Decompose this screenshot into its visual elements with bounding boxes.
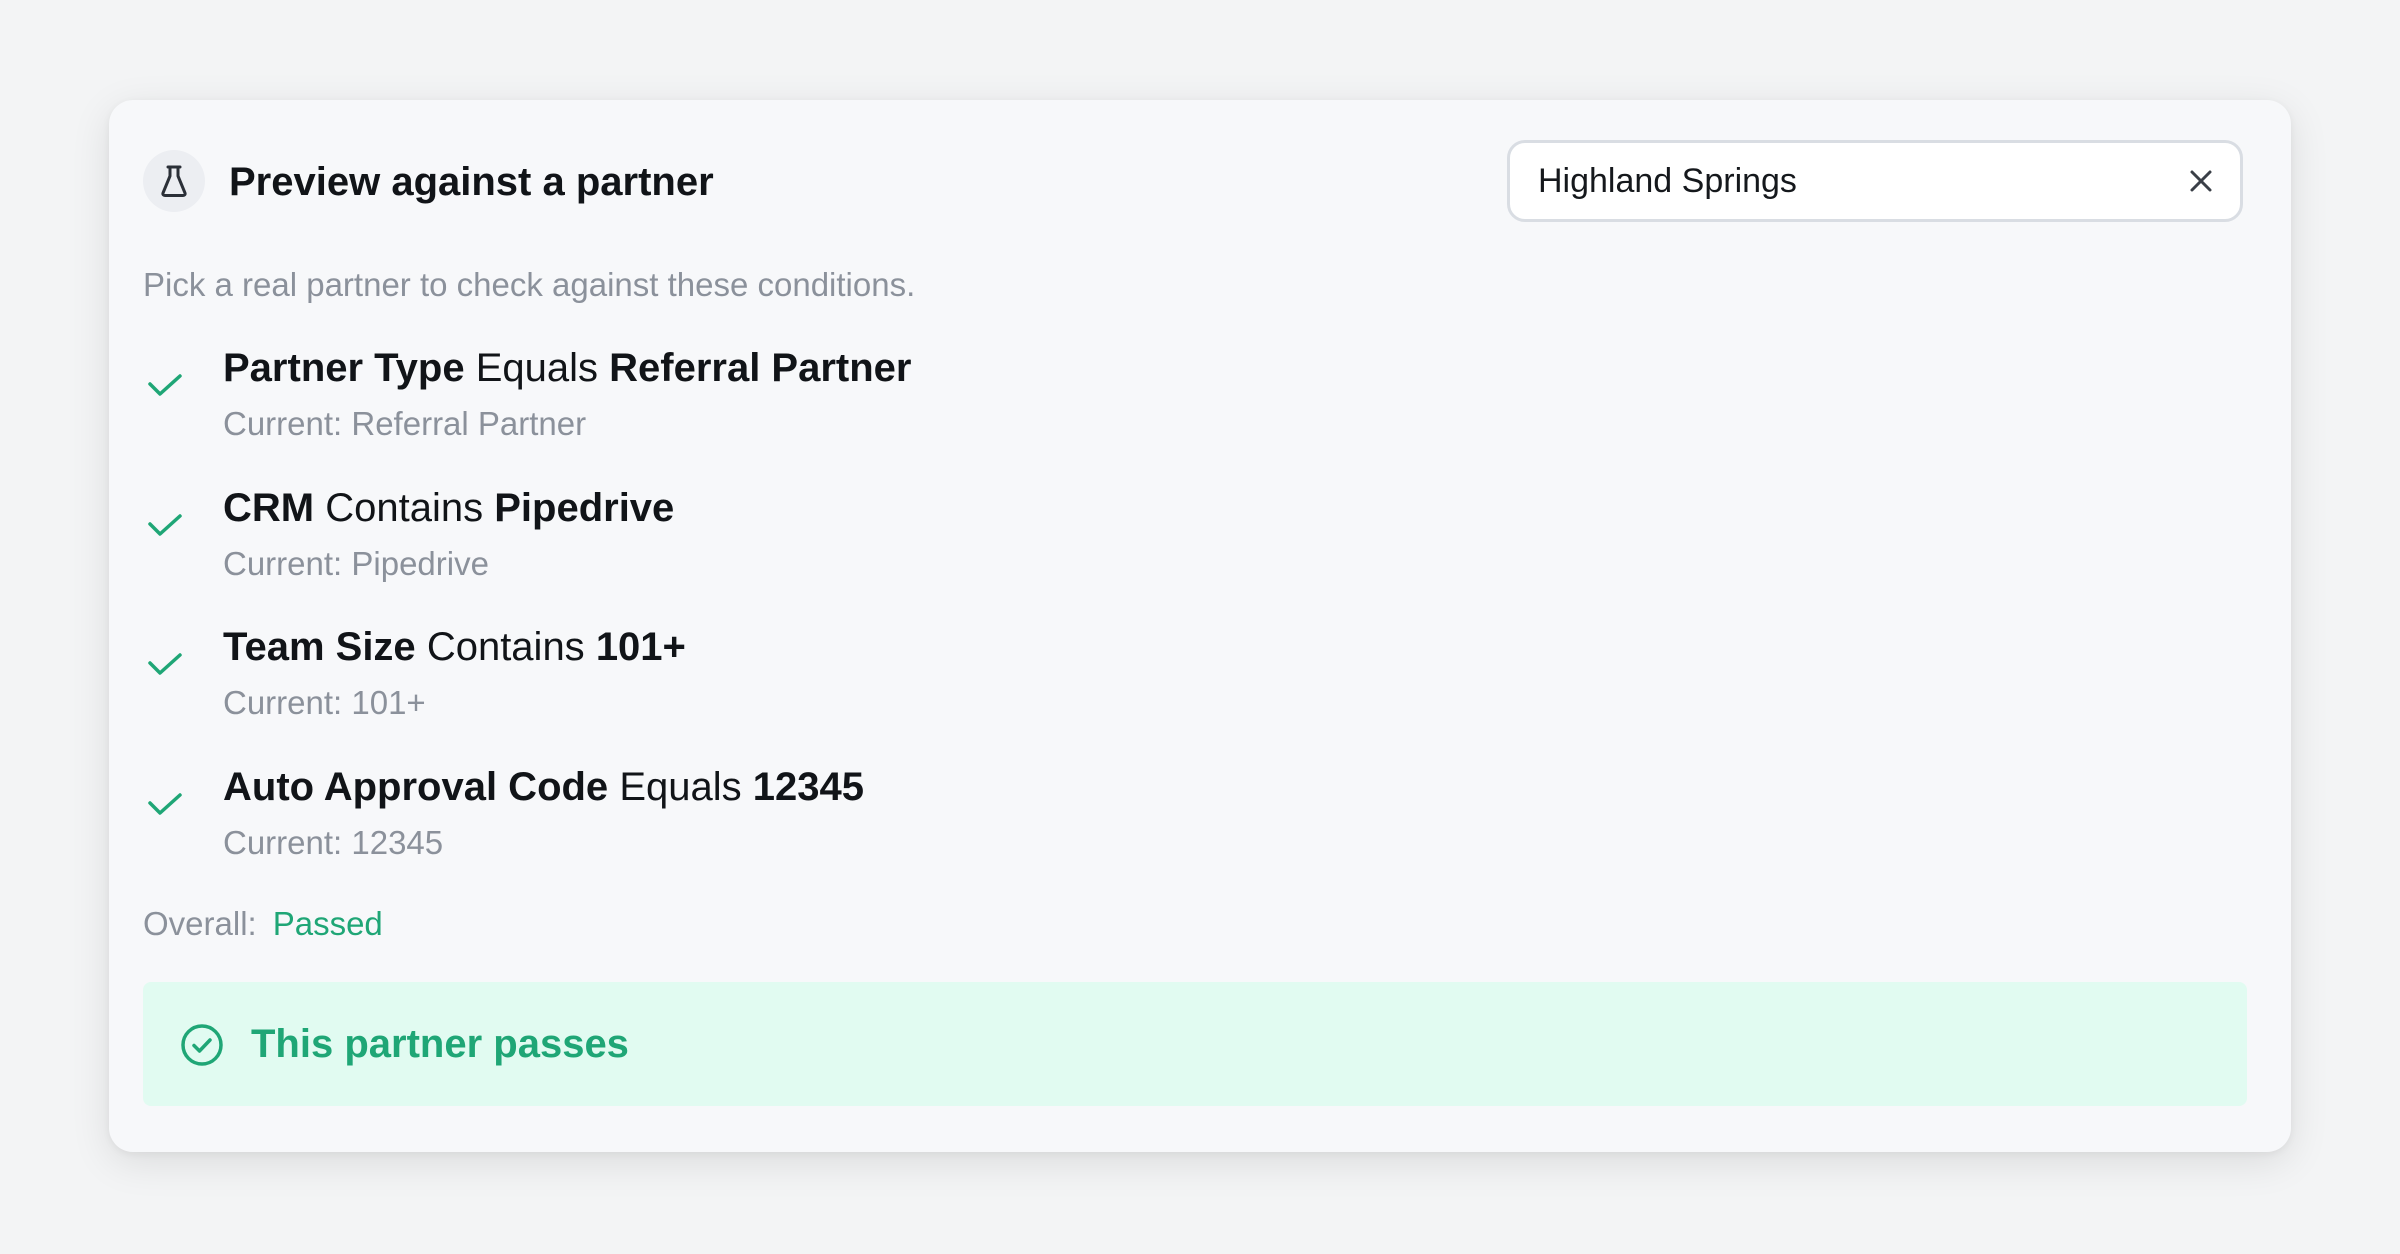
condition-rule: Partner Type Equals Referral Partner [223,340,912,396]
condition-value: Pipedrive [494,486,675,530]
condition-field: Auto Approval Code [223,765,609,809]
condition-current: Current: Pipedrive [223,545,489,582]
check-icon [148,653,182,675]
condition-row: Team Size Contains 101+ Current: 101+ [143,619,2043,739]
condition-operator: Contains [325,486,484,530]
condition-current: Current: 101+ [223,684,426,721]
condition-field: Team Size [223,625,416,669]
result-banner: This partner passes [143,982,2247,1106]
condition-current: Current: Referral Partner [223,405,587,442]
check-icon [148,374,182,396]
condition-operator: Equals [619,765,742,809]
page-title: Preview against a partner [229,160,714,204]
overall-label: Overall: [143,905,257,942]
condition-value: 101+ [595,625,686,669]
condition-rule: CRM Contains Pipedrive [223,480,674,536]
condition-row: CRM Contains Pipedrive Current: Pipedriv… [143,480,2043,600]
partner-search-input[interactable] [1538,143,2158,219]
banner-text: This partner passes [251,1022,629,1066]
check-icon [148,793,182,815]
partner-search[interactable] [1507,140,2243,222]
condition-row: Partner Type Equals Referral Partner Cur… [143,340,2043,460]
check-circle-icon [181,1024,223,1066]
condition-operator: Equals [475,346,598,390]
condition-current: Current: 12345 [223,824,444,861]
condition-field: CRM [223,486,315,530]
condition-value: Referral Partner [609,346,912,390]
condition-operator: Contains [426,625,585,669]
condition-rule: Auto Approval Code Equals 12345 [223,759,864,815]
condition-row: Auto Approval Code Equals 12345 Current:… [143,759,2043,879]
overall-result: Overall: Passed [143,900,383,948]
subtitle: Pick a real partner to check against the… [143,266,916,303]
close-icon[interactable] [2182,162,2220,200]
condition-field: Partner Type [223,346,465,390]
condition-rule: Team Size Contains 101+ [223,619,686,675]
check-icon [148,514,182,536]
condition-value: 12345 [752,765,864,809]
partner-preview-card: Preview against a partner Pick a real pa… [109,100,2291,1152]
status-badge: Passed [272,905,383,942]
flask-icon [143,150,205,212]
